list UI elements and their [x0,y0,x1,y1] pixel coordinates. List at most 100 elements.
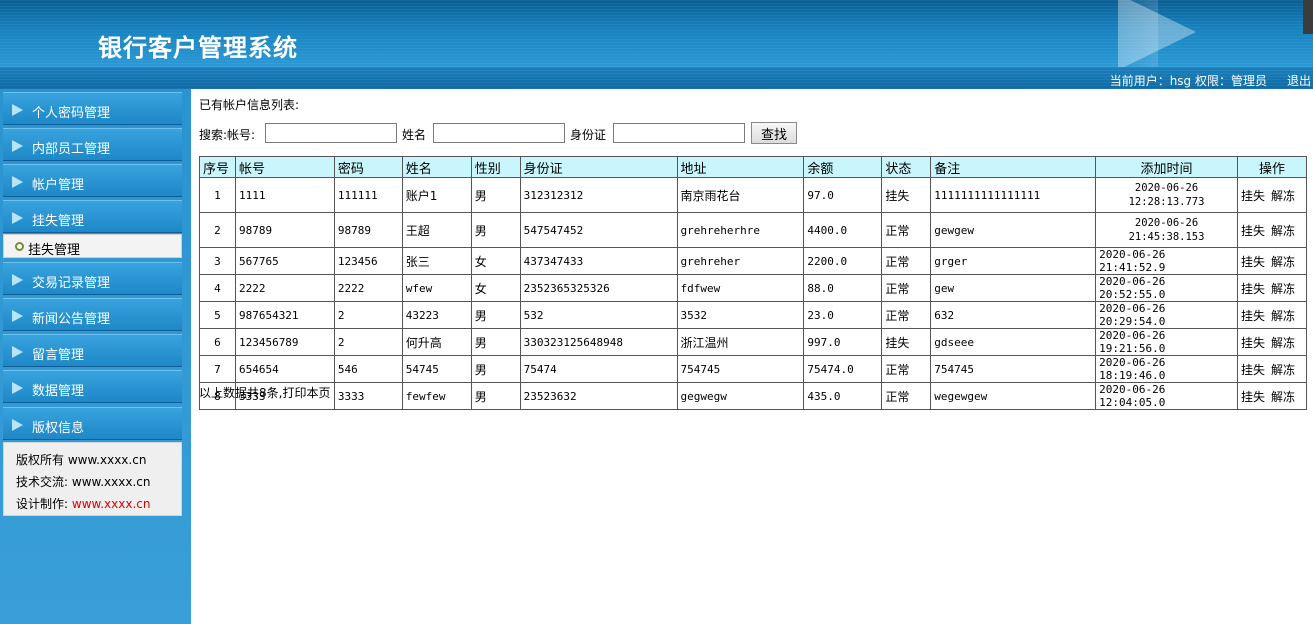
header-arrow-decoration [1118,0,1196,67]
page-title: 已有帐户信息列表: [199,98,300,112]
sidebar-item-staff[interactable]: 内部员工管理 [3,128,182,161]
cell-no: 3 [199,247,236,275]
cell-operations: 挂失 解冻 [1236,177,1308,213]
unfreeze-link[interactable]: 解冻 [1271,309,1295,323]
account-search-input[interactable] [265,123,397,143]
accounts-table: 序号 帐号 密码 姓名 性别 身份证 地址 余额 状态 备注 添加时间 操作 1… [199,156,1308,410]
table-row: 4 2222 2222 wfew 女 2352365325326 fdfwew … [199,274,1308,302]
cell-password: 123456 [333,247,403,275]
cell-note: 754745 [930,355,1097,383]
column-header: 序号 [199,156,236,178]
report-loss-link[interactable]: 挂失 [1241,336,1265,350]
sidebar-item-label: 交易记录管理 [32,276,111,291]
unfreeze-link[interactable]: 解冻 [1271,224,1295,238]
status-bar: 当前用户：hsg 权限：管理员 退出 [0,67,1313,89]
cell-password: 111111 [333,177,403,213]
designer-label: 设计制作: [16,497,69,511]
unfreeze-link[interactable]: 解冻 [1271,282,1295,296]
cell-balance: 2200.0 [803,247,883,275]
cell-no: 2 [199,212,236,248]
cell-note: gdseee [930,328,1097,356]
added-date: 2020-06-26 [1134,217,1199,229]
unfreeze-link[interactable]: 解冻 [1271,363,1295,377]
cell-name: 何升高 [401,328,472,356]
bullet-circle-icon [15,242,24,251]
cell-operations: 挂失 解冻 [1236,274,1308,302]
cell-address: 754745 [676,355,805,383]
column-header: 状态 [881,156,932,178]
cell-status: 挂失 [881,328,932,356]
cell-address: gegwegw [676,382,805,410]
cell-no: 1 [199,177,236,213]
table-row: 5 987654321 2 43223 男 532 3532 23.0 正常 6… [199,301,1308,329]
sidebar-item-personal-password[interactable]: 个人密码管理 [3,92,182,125]
cell-account: 987654321 [234,301,335,329]
cell-name: 王超 [401,212,472,248]
search-button[interactable]: 查找 [751,122,797,144]
unfreeze-link[interactable]: 解冻 [1271,189,1295,203]
triangle-right-icon [12,176,23,188]
cell-operations: 挂失 解冻 [1236,212,1308,248]
cell-address: 3532 [676,301,805,329]
idcard-search-input[interactable] [613,123,745,143]
designer-line: 设计制作: www.xxxx.cn [16,493,181,515]
report-loss-link[interactable]: 挂失 [1241,189,1265,203]
main-content: 已有帐户信息列表: 搜索:帐号: 姓名 身份证 查找 序号 帐号 密码 姓名 性… [199,89,1309,624]
table-row: 6 123456789 2 何升高 男 330323125648948 浙江温州… [199,328,1308,356]
report-loss-link[interactable]: 挂失 [1241,282,1265,296]
logout-link[interactable]: 退出 [1287,72,1311,89]
sidebar-item-label: 留言管理 [32,348,85,363]
cell-no: 6 [199,328,236,356]
copyright-panel: 版权所有 www.xxxx.cn 技术交流: www.xxxx.cn 设计制作:… [3,442,182,516]
cell-note: gewgew [930,212,1097,248]
column-header: 备注 [930,156,1097,178]
cell-added-time: 2020-06-26 21:41:52.9 [1095,247,1238,275]
unfreeze-link[interactable]: 解冻 [1271,390,1295,404]
cell-operations: 挂失 解冻 [1236,355,1308,383]
cell-note: 1111111111111111 [930,177,1097,213]
record-count-note: 以上数据共8条,打印本页 [199,386,331,400]
sidebar-item-loss-report[interactable]: 挂失管理 [3,200,182,233]
window-scrollbar[interactable] [1303,0,1313,34]
sidebar-item-label: 版权信息 [32,421,85,436]
copyright-label: 版权所有 [16,453,65,467]
cell-operations: 挂失 解冻 [1236,328,1308,356]
cell-name: fewfew [401,382,472,410]
report-loss-link[interactable]: 挂失 [1241,255,1265,269]
cell-added-time: 2020-06-26 20:29:54.0 [1095,301,1238,329]
report-loss-link[interactable]: 挂失 [1241,224,1265,238]
cell-password: 2 [333,328,403,356]
cell-sex: 女 [470,274,521,302]
unfreeze-link[interactable]: 解冻 [1271,255,1295,269]
sidebar-item-messages[interactable]: 留言管理 [3,334,182,367]
report-loss-link[interactable]: 挂失 [1241,363,1265,377]
tech-contact-url[interactable]: www.xxxx.cn [72,475,151,489]
column-header: 帐号 [234,156,335,178]
cell-operations: 挂失 解冻 [1236,301,1308,329]
unfreeze-link[interactable]: 解冻 [1271,336,1295,350]
sidebar-item-copyright[interactable]: 版权信息 [3,407,182,440]
report-loss-link[interactable]: 挂失 [1241,390,1265,404]
cell-password: 546 [333,355,403,383]
cell-operations: 挂失 解冻 [1236,247,1308,275]
sidebar-item-transactions[interactable]: 交易记录管理 [3,262,182,295]
report-loss-link[interactable]: 挂失 [1241,309,1265,323]
table-row: 1 1111 111111 账户1 男 312312312 南京雨花台 97.0… [199,177,1308,213]
cell-balance: 97.0 [803,177,883,213]
sidebar-item-data[interactable]: 数据管理 [3,370,182,403]
sidebar-item-news[interactable]: 新闻公告管理 [3,298,182,331]
cell-account: 654654 [234,355,335,383]
cell-no: 4 [199,274,236,302]
cell-note: wegewgew [930,382,1097,410]
name-search-input[interactable] [433,123,565,143]
sidebar-item-label: 帐户管理 [32,178,85,193]
cell-sex: 男 [470,382,521,410]
designer-url[interactable]: www.xxxx.cn [72,497,151,511]
copyright-url[interactable]: www.xxxx.cn [68,453,147,467]
cell-status: 正常 [881,212,932,248]
column-header: 性别 [470,156,521,178]
sidebar-item-accounts[interactable]: 帐户管理 [3,164,182,197]
submenu-item-loss-report[interactable]: 挂失管理 [3,234,182,258]
cell-idcard: 2352365325326 [519,274,678,302]
column-header: 操作 [1236,156,1308,178]
